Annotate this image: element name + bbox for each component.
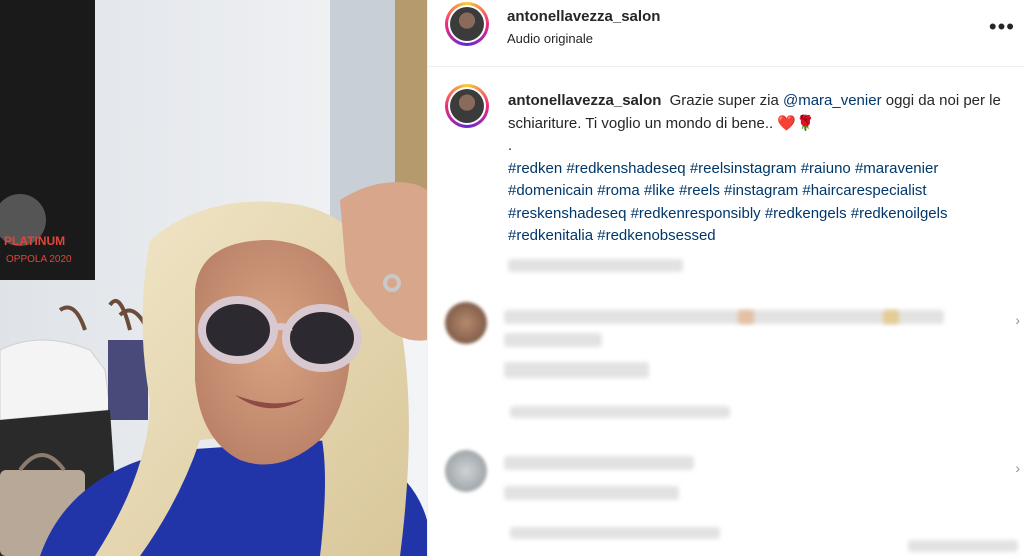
- comment-emoji-blurred: [883, 310, 899, 324]
- hashtag-link[interactable]: #roma: [597, 182, 640, 199]
- more-options-icon[interactable]: •••: [989, 14, 1015, 40]
- caption-meta-blurred: [508, 259, 683, 272]
- commenter-avatar[interactable]: [445, 450, 487, 492]
- hashtag-link[interactable]: #instagram: [724, 182, 798, 199]
- caption-dot: .: [508, 137, 513, 154]
- author-username[interactable]: antonellavezza_salon: [507, 8, 660, 25]
- hashtag-link[interactable]: #redkenoilgels: [851, 205, 948, 222]
- like-icon[interactable]: ›: [1015, 460, 1020, 476]
- hashtag-link[interactable]: #domenicain: [508, 182, 593, 199]
- caption-emojis: ❤️🌹: [777, 114, 815, 132]
- poster-text-2: OPPOLA 2020: [6, 254, 72, 265]
- caption-username[interactable]: antonellavezza_salon: [508, 92, 661, 109]
- post-photo: PLATINUM OPPOLA 2020: [0, 0, 427, 556]
- post-panel: antonellavezza_salon Audio originale •••…: [427, 0, 1024, 556]
- hashtag-link[interactable]: #redkenresponsibly: [631, 205, 761, 222]
- hashtag-link[interactable]: #haircarespecialist: [802, 182, 926, 199]
- comment-text-blurred: [504, 486, 679, 500]
- hashtag-link[interactable]: #like: [644, 182, 675, 199]
- hashtag-list: #redken #redkenshadeseq #reelsinstagram …: [508, 158, 1008, 248]
- audio-label[interactable]: Audio originale: [507, 31, 593, 46]
- mention-link[interactable]: @mara_venier: [783, 92, 882, 109]
- hashtag-link[interactable]: #redkengels: [765, 205, 847, 222]
- like-icon[interactable]: ›: [1015, 312, 1020, 328]
- post-media[interactable]: PLATINUM OPPOLA 2020: [0, 0, 427, 556]
- comment-text-blurred: [504, 333, 602, 347]
- hashtag-link[interactable]: #reelsinstagram: [690, 160, 797, 177]
- comment-text-blurred: [504, 362, 649, 378]
- hashtag-link[interactable]: #redkenobsessed: [597, 227, 715, 244]
- footer-blurred: [908, 540, 1018, 552]
- post-caption: antonellavezza_salon Grazie super zia @m…: [508, 90, 1008, 248]
- comment-text-blurred: [504, 310, 944, 324]
- comment-meta-blurred: [510, 527, 720, 539]
- comment-emoji-blurred: [738, 310, 754, 324]
- caption-text-1: Grazie super zia: [669, 92, 779, 109]
- hashtag-link[interactable]: #reels: [679, 182, 720, 199]
- hashtag-link[interactable]: #maravenier: [855, 160, 938, 177]
- hashtag-link[interactable]: #reskenshadeseq: [508, 205, 626, 222]
- poster-text-1: PLATINUM: [4, 234, 65, 248]
- author-avatar[interactable]: [445, 2, 489, 46]
- hashtag-link[interactable]: #redkenitalia: [508, 227, 593, 244]
- caption-author-avatar[interactable]: [445, 84, 489, 128]
- comment-text-blurred: [504, 456, 694, 470]
- post-header: antonellavezza_salon Audio originale •••: [428, 0, 1024, 67]
- comment-meta-blurred: [510, 406, 730, 418]
- commenter-avatar[interactable]: [445, 302, 487, 344]
- hashtag-link[interactable]: #redkenshadeseq: [566, 160, 685, 177]
- hashtag-link[interactable]: #raiuno: [801, 160, 851, 177]
- hashtag-link[interactable]: #redken: [508, 160, 562, 177]
